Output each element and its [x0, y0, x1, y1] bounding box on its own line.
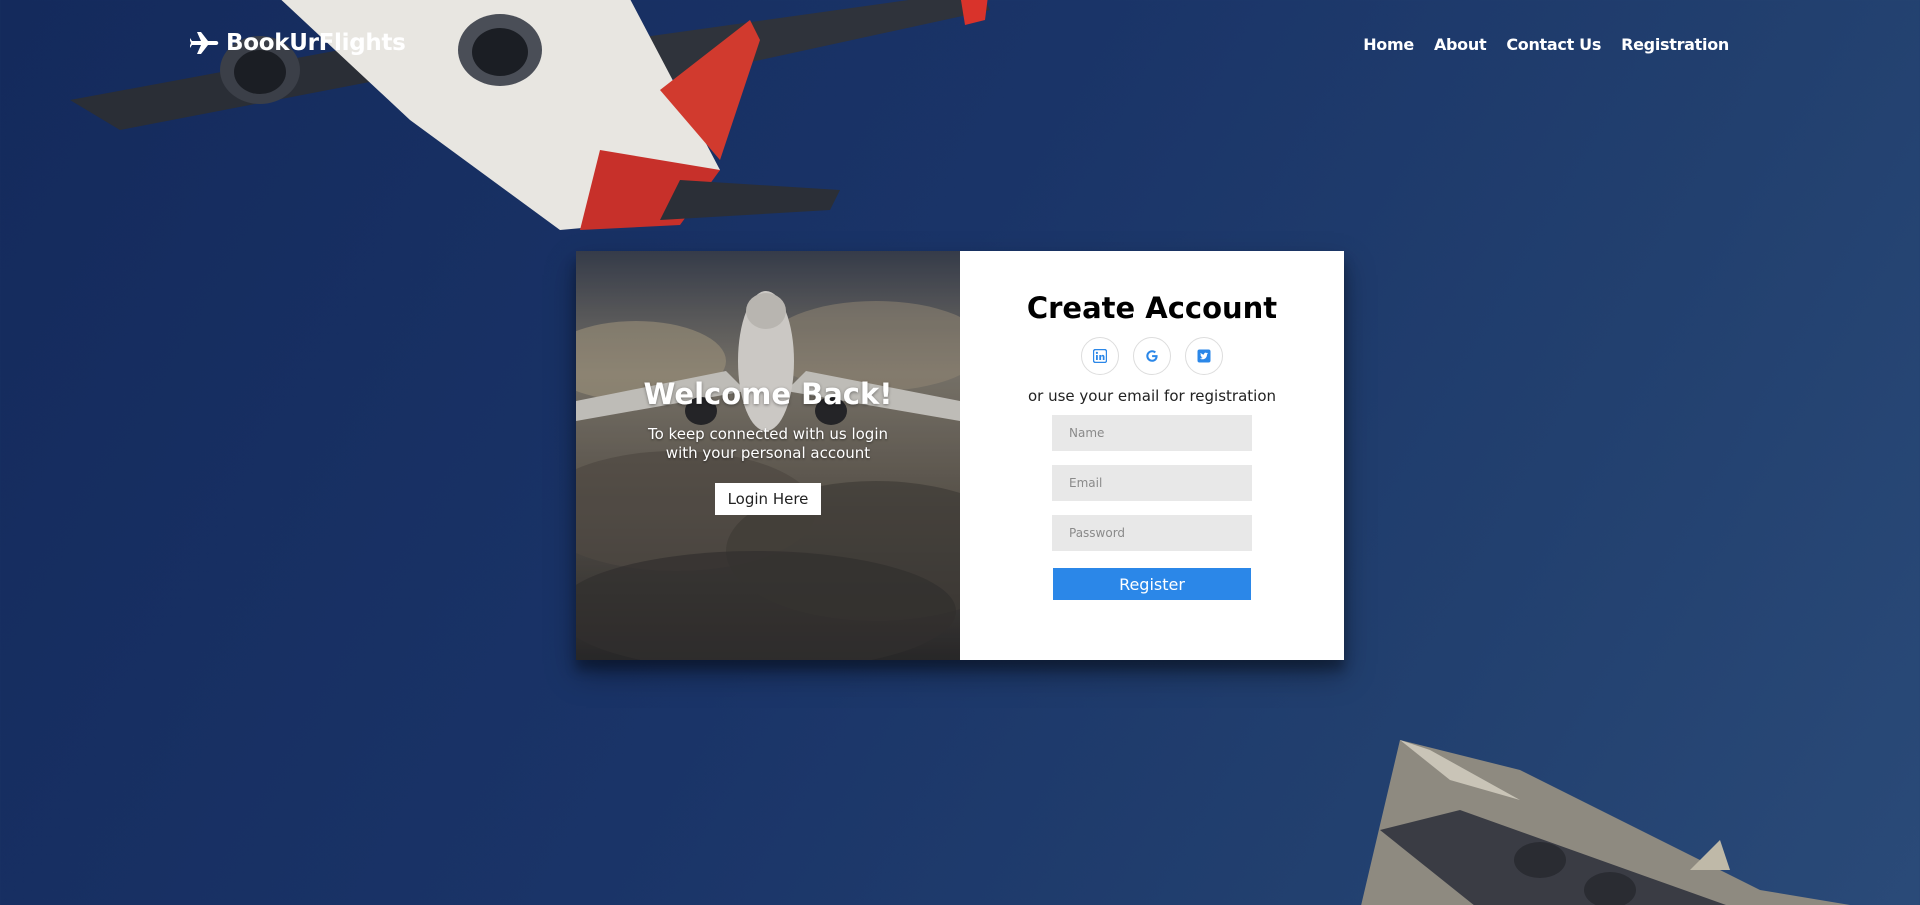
- welcome-panel: Welcome Back! To keep connected with us …: [576, 251, 960, 660]
- background-airplane-image: [1361, 740, 1850, 905]
- welcome-title: Welcome Back!: [643, 376, 893, 411]
- nav-registration-link[interactable]: Registration: [1621, 35, 1729, 54]
- welcome-text: To keep connected with us login with you…: [648, 424, 888, 462]
- password-field[interactable]: [1052, 515, 1252, 551]
- brand-logo[interactable]: BookUrFlights: [190, 30, 406, 56]
- linkedin-button[interactable]: [1081, 337, 1119, 375]
- linkedin-icon: [1093, 349, 1107, 363]
- nav-about-link[interactable]: About: [1434, 35, 1487, 54]
- airplane-icon: [190, 32, 219, 54]
- auth-card: Welcome Back! To keep connected with us …: [576, 251, 1344, 660]
- email-field[interactable]: [1052, 465, 1252, 501]
- registration-hint: or use your email for registration: [1028, 387, 1276, 405]
- brand-name: BookUrFlights: [226, 30, 406, 56]
- twitter-icon: [1197, 349, 1211, 363]
- site-header: BookUrFlights Home About Contact Us Regi…: [0, 0, 1920, 92]
- main-nav: Home About Contact Us Registration: [1363, 35, 1729, 54]
- nav-contact-link[interactable]: Contact Us: [1506, 35, 1601, 54]
- google-button[interactable]: [1133, 337, 1171, 375]
- login-button[interactable]: Login Here: [714, 482, 822, 515]
- name-field[interactable]: [1052, 415, 1252, 451]
- nav-home-link[interactable]: Home: [1363, 35, 1414, 54]
- twitter-button[interactable]: [1185, 337, 1223, 375]
- welcome-content: Welcome Back! To keep connected with us …: [576, 251, 960, 660]
- register-panel: Create Account or use your email for reg…: [960, 251, 1344, 660]
- google-icon: [1146, 350, 1158, 362]
- create-account-title: Create Account: [1026, 291, 1278, 325]
- register-button[interactable]: Register: [1053, 568, 1251, 600]
- social-login-group: [1081, 337, 1223, 375]
